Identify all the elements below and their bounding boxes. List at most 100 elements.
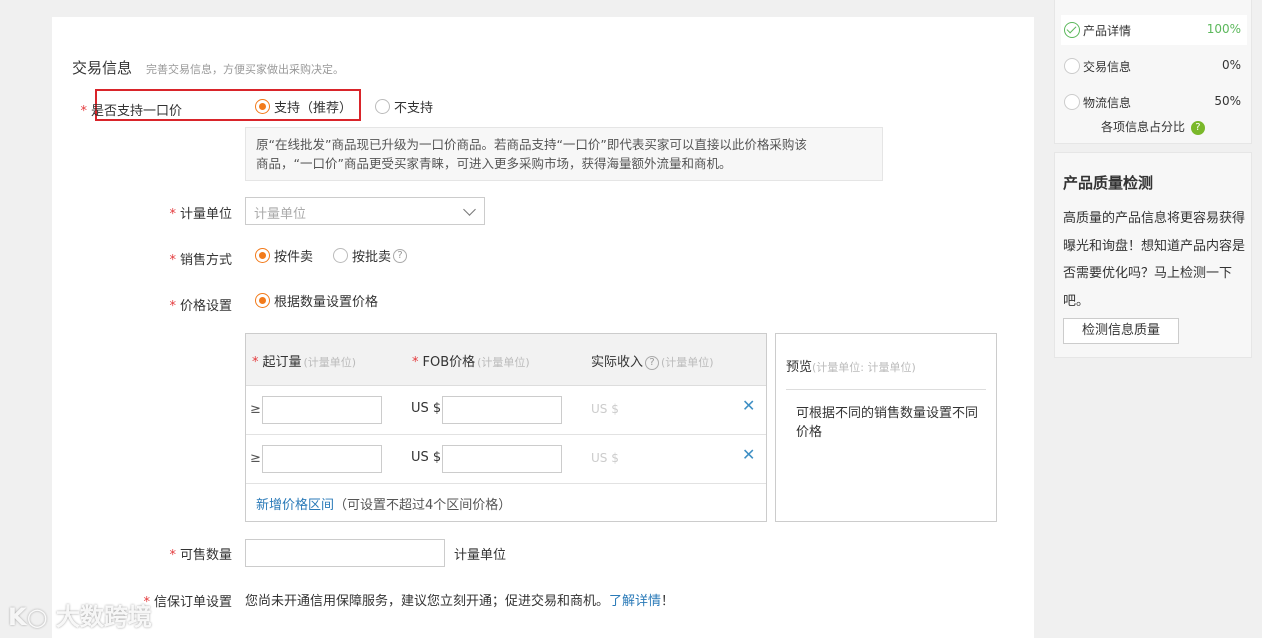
sale-mode-batch-label: 按批卖 xyxy=(352,250,392,265)
remove-row-icon[interactable]: ✕ xyxy=(742,445,755,464)
col-fob-label: FOB价格 xyxy=(422,355,476,370)
quality-check-card: 产品质量检测 高质量的产品信息将更容易获得曝光和询盘！想知道产品内容是否需要优化… xyxy=(1054,152,1252,358)
currency-label: US $ xyxy=(411,450,442,465)
one-price-label-text: 是否支持一口价 xyxy=(90,104,182,119)
income-value: US $ xyxy=(591,451,619,465)
table-row: ≥ US $ US $ ✕ xyxy=(246,435,766,484)
col-moq-label: 起订量 xyxy=(262,355,302,370)
price-range-table: * 起订量 (计量单位) * FOB价格 (计量单位) 实际收入? (计量单位) ≥ US… xyxy=(245,333,767,522)
moq-input[interactable] xyxy=(262,445,382,473)
fob-price-input[interactable] xyxy=(442,396,562,424)
progress-item-logistics[interactable]: 物流信息 50% xyxy=(1061,87,1247,117)
progress-value: 100% xyxy=(1206,22,1241,36)
radio-selected-icon xyxy=(255,248,270,263)
quality-title: 产品质量检测 xyxy=(1063,174,1154,192)
gte-symbol: ≥ xyxy=(250,451,261,466)
preview-title-text: 预览 xyxy=(786,360,813,375)
unit-select[interactable]: 计量单位 xyxy=(245,197,485,225)
col-fob-header: * FOB价格 (计量单位) xyxy=(412,351,530,370)
progress-label: 物流信息 xyxy=(1083,96,1132,110)
progress-item-product-detail[interactable]: 产品详情 100% xyxy=(1061,15,1247,45)
credit-learn-more-link[interactable]: 了解详情 xyxy=(609,594,661,609)
check-quality-button[interactable]: 检测信息质量 xyxy=(1063,318,1179,344)
progress-label: 交易信息 xyxy=(1083,60,1132,74)
help-icon[interactable]: ? xyxy=(645,355,660,370)
col-income-label: 实际收入 xyxy=(591,355,644,370)
progress-value: 0% xyxy=(1221,58,1241,72)
credit-message: 您尚未开通信用保障服务，建议您立刻开通；促进交易和商机。 xyxy=(245,594,610,609)
required-mark: * xyxy=(252,355,259,370)
quantity-unit: 计量单位 xyxy=(454,548,507,563)
progress-footer-text: 各项信息占分比 xyxy=(1101,120,1186,134)
preview-divider xyxy=(786,389,986,390)
required-mark: * xyxy=(412,355,419,370)
sale-mode-piece-label: 按件卖 xyxy=(274,250,314,265)
radio-empty-icon xyxy=(333,248,348,263)
sale-mode-batch-radio[interactable]: 按批卖? xyxy=(333,246,408,265)
required-mark: * xyxy=(80,104,87,119)
one-price-no-radio[interactable]: 不支持 xyxy=(375,97,433,116)
credit-suffix: ！ xyxy=(661,594,675,609)
col-income-header: 实际收入? (计量单位) xyxy=(591,351,714,370)
progress-card: 产品详情 100% 交易信息 0% 物流信息 50% 各项信息占分比 ? xyxy=(1054,0,1252,144)
fob-price-input[interactable] xyxy=(442,445,562,473)
income-value: US $ xyxy=(591,402,619,416)
circle-icon xyxy=(1064,58,1080,74)
section-title: 交易信息 xyxy=(72,59,133,77)
table-header: * 起订量 (计量单位) * FOB价格 (计量单位) 实际收入? (计量单位) xyxy=(246,334,766,386)
one-price-yes-radio[interactable]: 支持（推荐） xyxy=(255,97,352,116)
table-row: ≥ US $ US $ ✕ xyxy=(246,386,766,435)
progress-label: 产品详情 xyxy=(1083,24,1132,38)
sale-mode-piece-radio[interactable]: 按件卖 xyxy=(255,246,313,265)
circle-icon xyxy=(1064,94,1080,110)
sale-mode-label: * 销售方式 xyxy=(102,249,232,268)
trade-info-panel: 交易信息 完善交易信息，方便买家做出采购决定。 * 是否支持一口价 支持（推荐） … xyxy=(52,17,1034,638)
radio-selected-icon xyxy=(255,293,270,308)
unit-label-text: 计量单位 xyxy=(179,207,232,222)
required-mark: * xyxy=(169,548,176,563)
required-mark: * xyxy=(169,253,176,268)
preview-title: 预览(计量单位: 计量单位) xyxy=(786,356,916,375)
unit-select-placeholder: 计量单位 xyxy=(254,207,307,222)
one-price-label: * 是否支持一口价 xyxy=(52,100,182,119)
required-mark: * xyxy=(169,299,176,314)
add-price-range: 新增价格区间（可设置不超过4个区间价格） xyxy=(256,494,511,513)
quantity-input[interactable] xyxy=(245,539,445,567)
col-fob-sub: (计量单位) xyxy=(477,356,530,369)
chevron-down-icon xyxy=(463,203,476,216)
gte-symbol: ≥ xyxy=(250,402,261,417)
col-moq-header: * 起订量 (计量单位) xyxy=(252,351,356,370)
preview-body: 可根据不同的销售数量设置不同价格 xyxy=(796,406,979,440)
progress-footer: 各项信息占分比 ? xyxy=(1101,118,1205,135)
notice-line-1: 原“在线批发”商品现已升级为一口价商品。若商品支持“一口价”即代表买家可以直接以… xyxy=(256,137,807,152)
sale-mode-label-text: 销售方式 xyxy=(179,253,232,268)
quantity-label: * 可售数量 xyxy=(102,544,232,563)
remove-row-icon[interactable]: ✕ xyxy=(742,396,755,415)
one-price-yes-label: 支持（推荐） xyxy=(274,101,353,116)
price-by-quantity-radio[interactable]: 根据数量设置价格 xyxy=(255,291,378,310)
quality-body: 高质量的产品信息将更容易获得曝光和询盘！想知道产品内容是否需要优化吗？马上检测一… xyxy=(1063,211,1246,309)
currency-label: US $ xyxy=(411,401,442,416)
unit-label: * 计量单位 xyxy=(102,203,232,222)
watermark-text: 大数跨境 xyxy=(55,603,152,631)
progress-item-trade-info[interactable]: 交易信息 0% xyxy=(1061,51,1247,81)
moq-input[interactable] xyxy=(262,396,382,424)
one-price-no-label: 不支持 xyxy=(394,101,434,116)
help-icon[interactable]: ? xyxy=(1190,120,1205,135)
preview-title-sub: (计量单位: 计量单位) xyxy=(812,361,916,374)
required-mark: * xyxy=(169,207,176,222)
notice-line-2: 商品，“一口价”商品更受买家青睐，可进入更多采购市场，获得海量额外流量和商机。 xyxy=(256,156,732,171)
help-icon[interactable]: ? xyxy=(393,248,408,263)
price-preview-box: 预览(计量单位: 计量单位) 可根据不同的销售数量设置不同价格 xyxy=(775,333,997,522)
credit-text: 您尚未开通信用保障服务，建议您立刻开通；促进交易和商机。了解详情！ xyxy=(245,590,674,609)
check-circle-icon xyxy=(1064,22,1080,38)
quantity-label-text: 可售数量 xyxy=(179,548,232,563)
section-description: 完善交易信息，方便买家做出采购决定。 xyxy=(146,63,344,76)
one-price-notice: 原“在线批发”商品现已升级为一口价商品。若商品支持“一口价”即代表买家可以直接以… xyxy=(245,127,883,181)
radio-selected-icon xyxy=(255,99,270,114)
credit-label-text: 信保订单设置 xyxy=(153,595,232,610)
radio-empty-icon xyxy=(375,99,390,114)
add-price-range-link[interactable]: 新增价格区间 xyxy=(256,498,334,513)
progress-value: 50% xyxy=(1214,94,1241,108)
col-moq-sub: (计量单位) xyxy=(303,356,357,369)
